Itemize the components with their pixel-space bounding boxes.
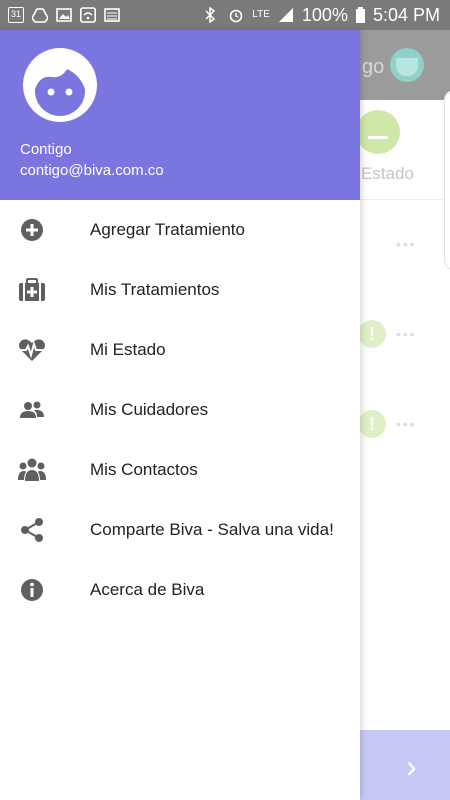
chevron-right-icon: ›: [406, 748, 417, 784]
caregivers-icon: [18, 397, 46, 423]
menu-item-label: Mis Contactos: [90, 460, 198, 479]
bluetooth-icon: [204, 6, 220, 24]
status-bar: 31 LTE 100% 5:04 PM: [0, 0, 450, 30]
more-dots-icon: •••: [396, 236, 417, 252]
menu-item-label: Mi Estado: [90, 340, 166, 359]
menu-item-mis-cuidadores[interactable]: Mis Cuidadores: [0, 380, 360, 440]
alert-icon: !: [358, 320, 386, 348]
menu-item-mis-contactos[interactable]: Mis Contactos: [0, 440, 360, 500]
menu-item-acerca-de-biva[interactable]: Acerca de Biva: [0, 560, 360, 620]
drawer-header: Contigo contigo@biva.com.co: [0, 30, 360, 200]
menu-item-mis-tratamientos[interactable]: Mis Tratamientos: [0, 260, 360, 320]
next-button[interactable]: ›: [360, 730, 450, 800]
alarm-icon: [228, 7, 244, 23]
background-status-label: Estado: [361, 164, 414, 183]
clock-time: 5:04 PM: [372, 4, 440, 25]
user-avatar-icon[interactable]: [22, 47, 98, 123]
background-avatar-icon: [390, 48, 424, 82]
neutral-face-icon: [356, 110, 400, 154]
navigation-drawer: Contigo contigo@biva.com.co Agregar Trat…: [0, 30, 360, 800]
alert-icon: !: [358, 410, 386, 438]
user-name: Contigo: [20, 141, 72, 158]
status-bar-left: 31: [8, 7, 120, 23]
background-title: go: [362, 56, 385, 78]
menu-item-label: Acerca de Biva: [90, 580, 205, 599]
menu-item-label: Agregar Tratamiento: [90, 220, 245, 239]
battery-percent: 100%: [301, 4, 348, 25]
info-icon: [18, 577, 46, 603]
battery-icon: [355, 7, 365, 23]
drawer-menu: Agregar Tratamiento Mis Tratamientos Mi …: [0, 200, 360, 620]
menu-item-agregar-tratamiento[interactable]: Agregar Tratamiento: [0, 200, 360, 260]
drive-icon: [31, 7, 49, 23]
calendar-icon: 31: [8, 7, 24, 23]
menu-item-mi-estado[interactable]: Mi Estado: [0, 320, 360, 380]
menu-item-comparte-biva[interactable]: Comparte Biva - Salva una vida!: [0, 500, 360, 560]
menu-item-label: Mis Cuidadores: [90, 400, 209, 419]
status-bar-right: LTE 100% 5:04 PM: [204, 5, 440, 26]
user-email: contigo@biva.com.co: [20, 162, 164, 179]
background-side-card: [444, 90, 450, 270]
signal-icon: [278, 7, 294, 23]
menu-item-label: Comparte Biva - Salva una vida!: [90, 520, 334, 539]
plus-circle-icon: [18, 217, 46, 243]
more-dots-icon: •••: [396, 326, 417, 342]
image-icon: [56, 7, 72, 23]
keyboard-icon: [104, 7, 120, 23]
wifi-icon: [80, 7, 96, 23]
medical-kit-icon: [18, 277, 46, 303]
network-type: LTE: [252, 9, 270, 20]
more-dots-icon: •••: [396, 416, 417, 432]
share-icon: [18, 517, 46, 543]
menu-item-label: Mis Tratamientos: [90, 280, 220, 299]
heartbeat-icon: [18, 337, 46, 363]
contacts-icon: [18, 457, 46, 483]
